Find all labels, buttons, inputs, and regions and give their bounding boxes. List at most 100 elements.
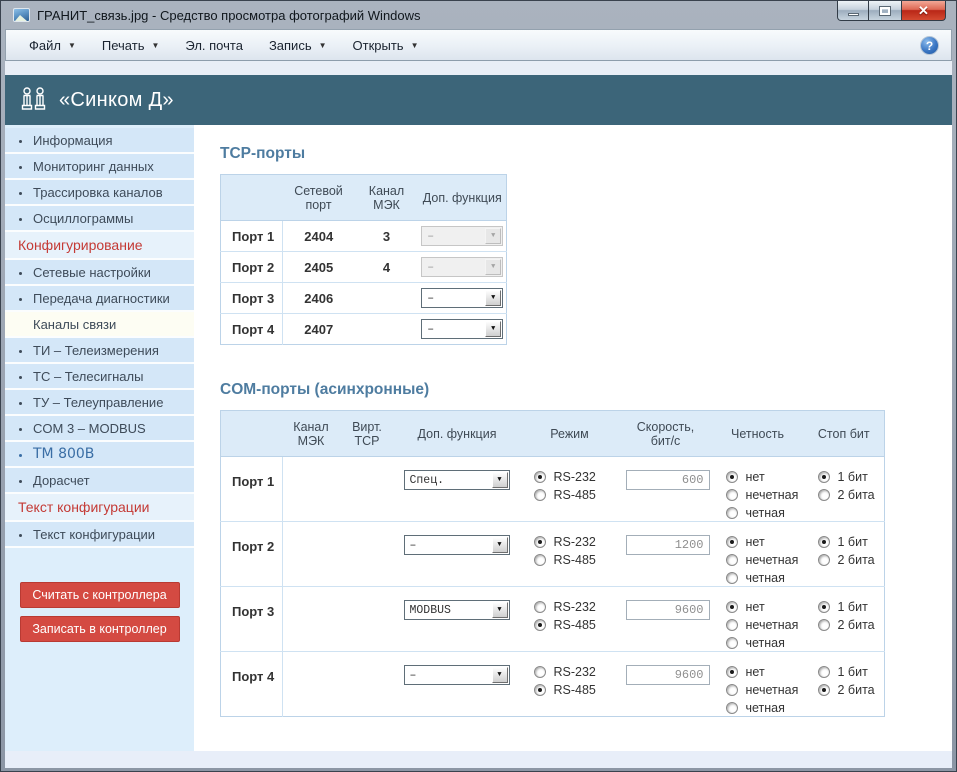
radio-icon[interactable]: [726, 572, 738, 584]
parity-option-четная[interactable]: четная: [726, 506, 804, 520]
maximize-icon: [880, 7, 890, 15]
sidebar-item-передача-диагностики[interactable]: Передача диагностики: [5, 286, 194, 312]
mode-option-rs-232[interactable]: RS-232: [534, 470, 620, 484]
com-stopbit-cell: 1 бит 2 бита: [804, 457, 885, 522]
mode-option-rs-485[interactable]: RS-485: [534, 683, 620, 697]
sidebar-item-сетевые-настройки[interactable]: Сетевые настройки: [5, 260, 194, 286]
radio-icon[interactable]: [726, 619, 738, 631]
radio-icon[interactable]: [726, 684, 738, 696]
stopbit-option-1-бит[interactable]: 1 бит: [818, 600, 885, 614]
titlebar[interactable]: ГРАНИТ_связь.jpg - Средство просмотра фо…: [5, 1, 952, 29]
maximize-button[interactable]: [869, 1, 901, 21]
sidebar-item-мониторинг-данных[interactable]: Мониторинг данных: [5, 154, 194, 180]
radio-icon[interactable]: [726, 489, 738, 501]
parity-option-нечетная[interactable]: нечетная: [726, 553, 804, 567]
radio-icon[interactable]: [818, 536, 830, 548]
parity-option-нет[interactable]: нет: [726, 470, 804, 484]
sidebar-item-com-3-modbus[interactable]: COM 3 – MODBUS: [5, 416, 194, 442]
sidebar-item-каналы-связи[interactable]: Каналы связи: [5, 312, 194, 338]
photo-viewer-window: ГРАНИТ_связь.jpg - Средство просмотра фо…: [0, 0, 957, 772]
mode-option-rs-232[interactable]: RS-232: [534, 600, 620, 614]
help-button[interactable]: ?: [920, 36, 939, 55]
sidebar-item-информация[interactable]: Информация: [5, 128, 194, 154]
stopbit-option-2-бита[interactable]: 2 бита: [818, 618, 885, 632]
radio-icon[interactable]: [818, 619, 830, 631]
mode-option-rs-232[interactable]: RS-232: [534, 665, 620, 679]
sidebar-item-дорасчет[interactable]: Дорасчет: [5, 468, 194, 494]
speed-input[interactable]: [626, 600, 710, 620]
radio-icon[interactable]: [726, 536, 738, 548]
sidebar-item-ту-телеуправление[interactable]: ТУ – Телеуправление: [5, 390, 194, 416]
sidebar-item-ти-телеизмерения[interactable]: ТИ – Телеизмерения: [5, 338, 194, 364]
parity-option-нет[interactable]: нет: [726, 535, 804, 549]
parity-option-нет[interactable]: нет: [726, 600, 804, 614]
sidebar-item-осциллограммы[interactable]: Осциллограммы: [5, 206, 194, 232]
sidebar-item-тс-телесигналы[interactable]: ТС – Телесигналы: [5, 364, 194, 390]
com-func-cell: –▼: [395, 652, 520, 717]
radio-icon[interactable]: [726, 554, 738, 566]
stopbit-option-1-бит[interactable]: 1 бит: [818, 665, 885, 679]
parity-option-четная[interactable]: четная: [726, 701, 804, 715]
radio-icon[interactable]: [818, 684, 830, 696]
minimize-button[interactable]: [837, 1, 869, 21]
extra-function-select[interactable]: –▼: [404, 535, 510, 555]
radio-icon[interactable]: [534, 554, 546, 566]
mode-option-rs-485[interactable]: RS-485: [534, 618, 620, 632]
close-button[interactable]: ✕: [901, 1, 946, 21]
parity-option-четная[interactable]: четная: [726, 571, 804, 585]
parity-option-нечетная[interactable]: нечетная: [726, 488, 804, 502]
mode-option-rs-232[interactable]: RS-232: [534, 535, 620, 549]
speed-input[interactable]: [626, 535, 710, 555]
menu-item-запись[interactable]: Запись▼: [256, 30, 340, 60]
radio-icon[interactable]: [534, 684, 546, 696]
radio-icon[interactable]: [726, 637, 738, 649]
extra-function-select[interactable]: –▼: [421, 288, 503, 308]
radio-icon[interactable]: [726, 666, 738, 678]
menu-item-эл-почта[interactable]: Эл. почта: [172, 30, 256, 60]
extra-function-select[interactable]: Спец.▼: [404, 470, 510, 490]
radio-icon[interactable]: [726, 507, 738, 519]
radio-icon[interactable]: [534, 489, 546, 501]
extra-function-select[interactable]: MODBUS▼: [404, 600, 510, 620]
stopbit-option-2-бита[interactable]: 2 бита: [818, 683, 885, 697]
parity-option-нечетная[interactable]: нечетная: [726, 683, 804, 697]
menu-item-печать[interactable]: Печать▼: [89, 30, 173, 60]
stopbit-option-1-бит[interactable]: 1 бит: [818, 535, 885, 549]
radio-icon[interactable]: [534, 619, 546, 631]
sidebar-label: Текст конфигурации: [18, 499, 149, 515]
radio-icon[interactable]: [534, 601, 546, 613]
extra-function-select[interactable]: –▼: [421, 319, 503, 339]
radio-icon[interactable]: [726, 702, 738, 714]
sidebar-item-тм-800в[interactable]: ТМ 800В: [5, 442, 194, 468]
speed-input[interactable]: [626, 470, 710, 490]
radio-label: 2 бита: [838, 618, 875, 632]
sidebar-item-текст-конфигурации[interactable]: Текст конфигурации: [5, 522, 194, 548]
menu-item-файл[interactable]: Файл▼: [16, 30, 89, 60]
select-value: –: [422, 292, 485, 305]
stopbit-option-1-бит[interactable]: 1 бит: [818, 470, 885, 484]
radio-icon[interactable]: [534, 666, 546, 678]
extra-function-select[interactable]: –▼: [404, 665, 510, 685]
parity-option-нечетная[interactable]: нечетная: [726, 618, 804, 632]
stopbit-radio-group: 1 бит 2 бита: [804, 600, 885, 632]
radio-icon[interactable]: [534, 471, 546, 483]
mode-option-rs-485[interactable]: RS-485: [534, 553, 620, 567]
sidebar-item-трассировка-каналов[interactable]: Трассировка каналов: [5, 180, 194, 206]
parity-option-четная[interactable]: четная: [726, 636, 804, 650]
sidebar-button-считать-с-контроллера[interactable]: Считать с контроллера: [20, 582, 180, 608]
radio-icon[interactable]: [818, 471, 830, 483]
radio-icon[interactable]: [818, 666, 830, 678]
menu-item-открыть[interactable]: Открыть▼: [340, 30, 432, 60]
sidebar-button-записать-в-контроллер[interactable]: Записать в контроллер: [20, 616, 180, 642]
radio-icon[interactable]: [818, 554, 830, 566]
radio-icon[interactable]: [534, 536, 546, 548]
stopbit-option-2-бита[interactable]: 2 бита: [818, 488, 885, 502]
stopbit-option-2-бита[interactable]: 2 бита: [818, 553, 885, 567]
radio-icon[interactable]: [818, 489, 830, 501]
radio-icon[interactable]: [726, 601, 738, 613]
radio-icon[interactable]: [818, 601, 830, 613]
parity-option-нет[interactable]: нет: [726, 665, 804, 679]
mode-option-rs-485[interactable]: RS-485: [534, 488, 620, 502]
radio-icon[interactable]: [726, 471, 738, 483]
speed-input[interactable]: [626, 665, 710, 685]
